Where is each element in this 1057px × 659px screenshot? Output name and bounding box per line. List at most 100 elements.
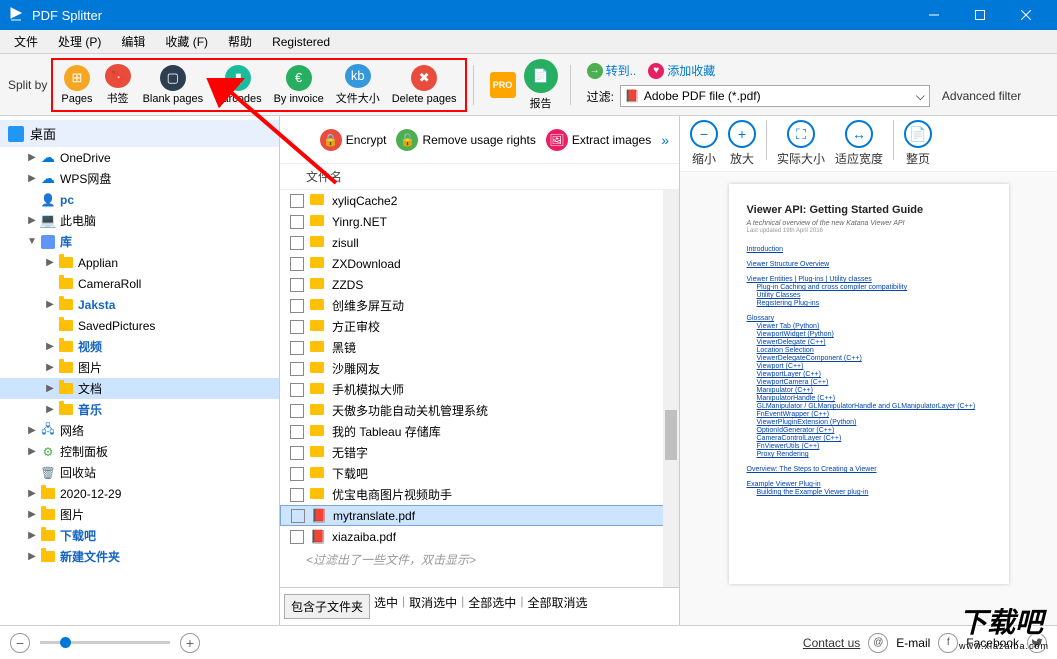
tree-item[interactable]: 🗑回收站 <box>0 462 279 483</box>
menu-帮助[interactable]: 帮助 <box>218 30 262 53</box>
tree-item[interactable]: ▶图片 <box>0 504 279 525</box>
checkbox[interactable] <box>290 404 304 418</box>
checkbox[interactable] <box>290 341 304 355</box>
checkbox[interactable] <box>290 425 304 439</box>
checkbox[interactable] <box>290 257 304 271</box>
checkbox[interactable] <box>290 320 304 334</box>
tree-item[interactable]: CameraRoll <box>0 273 279 294</box>
file-row[interactable]: ZXDownload <box>280 253 679 274</box>
file-row[interactable]: 手机模拟大师 <box>280 379 679 400</box>
split-Barcodes[interactable]: ▮Barcodes <box>209 62 267 108</box>
advanced-filter-link[interactable]: Advanced filter <box>942 89 1021 103</box>
email-icon[interactable]: @ <box>868 633 888 653</box>
checkbox[interactable] <box>290 467 304 481</box>
scrollbar[interactable] <box>663 190 679 587</box>
folder-tree[interactable]: 桌面 ▶☁OneDrive▶☁WPS网盘👤pc▶💻此电脑▼库▶ApplianCa… <box>0 116 280 625</box>
menu-Registered[interactable]: Registered <box>262 32 340 52</box>
split-Blank pages[interactable]: ▢Blank pages <box>137 62 210 108</box>
checkbox[interactable] <box>290 278 304 292</box>
file-row[interactable]: 黑镜 <box>280 337 679 358</box>
checkbox[interactable] <box>290 236 304 250</box>
split-Pages[interactable]: ⊞Pages <box>55 62 98 108</box>
file-row[interactable]: xyliqCache2 <box>280 190 679 211</box>
tree-item[interactable]: ▶☁WPS网盘 <box>0 168 279 189</box>
tree-item[interactable]: ▶⚙控制面板 <box>0 441 279 462</box>
checkbox[interactable] <box>290 215 304 229</box>
close-button[interactable] <box>1003 0 1049 30</box>
checkbox[interactable] <box>290 194 304 208</box>
tree-item[interactable]: ▶新建文件夹 <box>0 546 279 567</box>
viewer-放大[interactable]: +放大 <box>724 120 760 167</box>
select-action[interactable]: 全部取消选 <box>527 594 587 619</box>
tree-item[interactable]: ▶Applian <box>0 252 279 273</box>
tree-item[interactable]: ▶图片 <box>0 357 279 378</box>
minimize-button[interactable] <box>911 0 957 30</box>
tree-item[interactable]: ▶音乐 <box>0 399 279 420</box>
split-Delete pages[interactable]: ✖Delete pages <box>386 62 463 108</box>
encrypt-button[interactable]: 🔒Encrypt <box>316 127 391 153</box>
report-button[interactable]: 📄 报告 <box>518 57 564 113</box>
viewer-缩小[interactable]: −缩小 <box>686 120 722 167</box>
tree-item[interactable]: ▶☁OneDrive <box>0 147 279 168</box>
tree-item[interactable]: ▶下载吧 <box>0 525 279 546</box>
file-row[interactable]: 我的 Tableau 存储库 <box>280 421 679 442</box>
more-tools-chevron[interactable]: » <box>657 132 673 148</box>
file-row[interactable]: 下载吧 <box>280 463 679 484</box>
file-row[interactable]: 沙雕网友 <box>280 358 679 379</box>
menu-编辑[interactable]: 编辑 <box>111 30 155 53</box>
column-header-filename[interactable]: 文件名 <box>280 164 679 190</box>
viewer-适应宽度[interactable]: ↔适应宽度 <box>831 120 887 167</box>
file-row[interactable]: ZZDS <box>280 274 679 295</box>
extract-images-button[interactable]: 🖼Extract images <box>542 127 655 153</box>
add-favorite-link[interactable]: ♥ 添加收藏 <box>648 62 715 79</box>
remove-rights-button[interactable]: 🔓Remove usage rights <box>392 127 539 153</box>
file-row[interactable]: 📕xiazaiba.pdf <box>280 526 679 547</box>
checkbox[interactable] <box>290 362 304 376</box>
checkbox[interactable] <box>291 509 305 523</box>
split-书签[interactable]: 🔖书签 <box>99 62 137 108</box>
zoom-slider[interactable] <box>40 641 170 644</box>
filter-combo[interactable]: 📕 Adobe PDF file (*.pdf) ⌵ <box>620 85 930 107</box>
file-row[interactable]: 📕mytranslate.pdf <box>280 505 679 526</box>
file-row[interactable]: zisull <box>280 232 679 253</box>
checkbox[interactable] <box>290 383 304 397</box>
filter-message[interactable]: <过滤出了一些文件，双击显示> <box>280 547 679 572</box>
checkbox[interactable] <box>290 488 304 502</box>
menu-收藏 (F)[interactable]: 收藏 (F) <box>155 30 218 53</box>
file-list[interactable]: xyliqCache2Yinrg.NETzisullZXDownloadZZDS… <box>280 190 679 587</box>
zoom-in-button[interactable]: + <box>180 633 200 653</box>
subfolder-toggle[interactable]: 包含子文件夹 <box>284 594 370 619</box>
select-action[interactable]: 取消选中 <box>409 594 457 619</box>
tree-item[interactable]: ▶Jaksta <box>0 294 279 315</box>
file-row[interactable]: 优宝电商图片视频助手 <box>280 484 679 505</box>
twitter-icon[interactable] <box>1027 633 1047 653</box>
checkbox[interactable] <box>290 299 304 313</box>
tree-item[interactable]: ▼库 <box>0 231 279 252</box>
zoom-out-button[interactable]: − <box>10 633 30 653</box>
viewer-实际大小[interactable]: ⛶实际大小 <box>773 120 829 167</box>
file-row[interactable]: 无错字 <box>280 442 679 463</box>
facebook-icon[interactable]: f <box>938 633 958 653</box>
tree-item[interactable]: ▶🖧网络 <box>0 420 279 441</box>
file-row[interactable]: 创维多屏互动 <box>280 295 679 316</box>
menu-文件[interactable]: 文件 <box>4 30 48 53</box>
tree-item[interactable]: ▶视频 <box>0 336 279 357</box>
file-row[interactable]: 方正审校 <box>280 316 679 337</box>
contact-link[interactable]: Contact us <box>803 636 860 650</box>
tree-item[interactable]: 👤pc <box>0 189 279 210</box>
tree-item[interactable]: SavedPictures <box>0 315 279 336</box>
goto-link[interactable]: → 转到.. <box>587 62 637 79</box>
checkbox[interactable] <box>290 530 304 544</box>
checkbox[interactable] <box>290 446 304 460</box>
tree-root-desktop[interactable]: 桌面 <box>0 120 279 147</box>
file-row[interactable]: Yinrg.NET <box>280 211 679 232</box>
select-action[interactable]: 全部选中 <box>468 594 516 619</box>
viewer-整页[interactable]: 📄整页 <box>900 120 936 167</box>
menu-处理 (P)[interactable]: 处理 (P) <box>48 30 111 53</box>
file-row[interactable]: 天傲多功能自动关机管理系统 <box>280 400 679 421</box>
tree-item[interactable]: ▶文档 <box>0 378 279 399</box>
maximize-button[interactable] <box>957 0 1003 30</box>
tree-item[interactable]: ▶💻此电脑 <box>0 210 279 231</box>
select-action[interactable]: 选中 <box>374 594 398 619</box>
tree-item[interactable]: ▶2020-12-29 <box>0 483 279 504</box>
